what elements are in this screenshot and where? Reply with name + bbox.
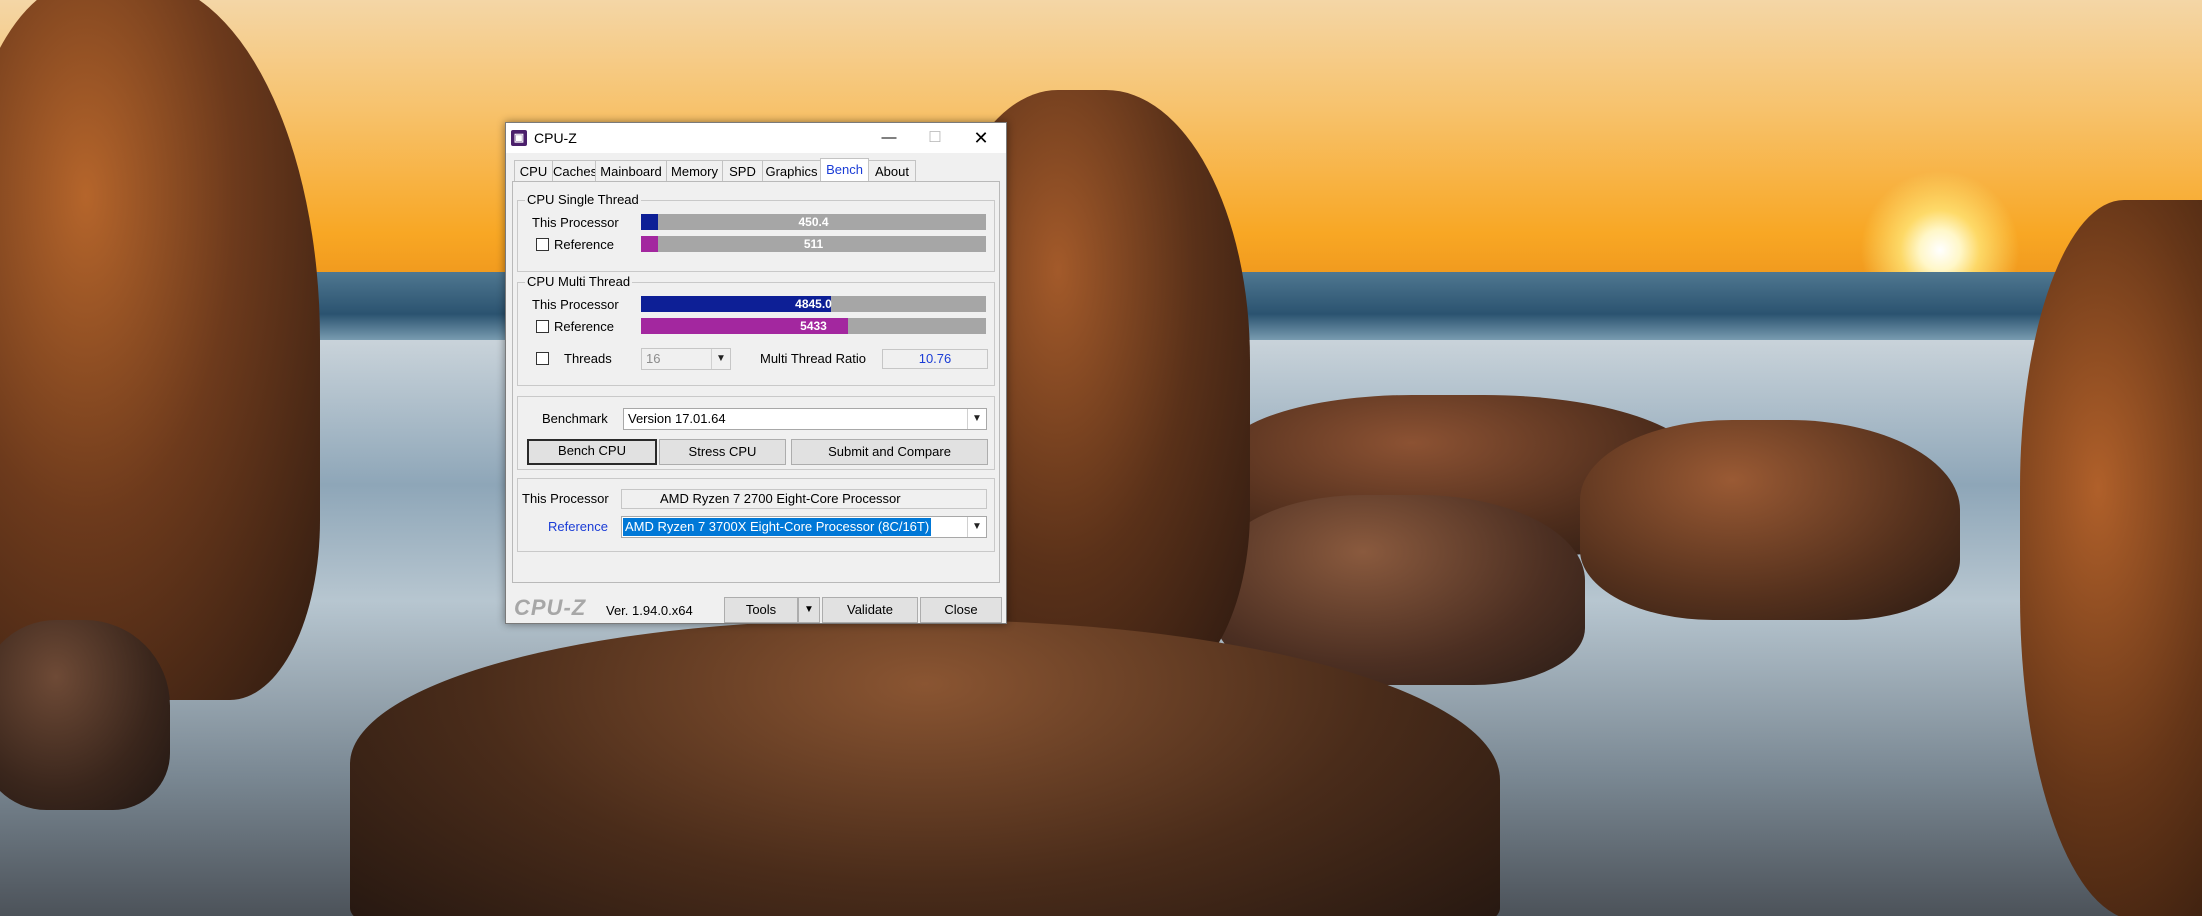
wallpaper-rock (1580, 420, 1960, 620)
benchmark-group: Benchmark Version 17.01.64 ▼ Bench CPU S… (517, 396, 995, 470)
chevron-down-icon: ▼ (711, 349, 730, 369)
threads-label: Threads (564, 351, 612, 366)
compare-this-value: AMD Ryzen 7 2700 Eight-Core Processor (621, 489, 987, 509)
multi-ref-checkbox[interactable] (536, 320, 549, 333)
single-ref-label: Reference (554, 237, 614, 252)
single-this-label: This Processor (532, 215, 619, 230)
multi-this-label: This Processor (532, 297, 619, 312)
wallpaper-rock (0, 0, 320, 700)
tab-mainboard[interactable]: Mainboard (595, 160, 667, 182)
multi-ref-label: Reference (554, 319, 614, 334)
single-ref-bar: 511 (641, 236, 986, 252)
single-this-bar: 450.4 (641, 214, 986, 230)
single-this-value: 450.4 (798, 215, 829, 229)
tab-about[interactable]: About (868, 160, 916, 182)
window-title: CPU-Z (534, 130, 577, 146)
close-button[interactable]: Close (920, 597, 1002, 623)
minimize-button[interactable]: — (866, 123, 912, 153)
multi-thread-title: CPU Multi Thread (525, 274, 633, 289)
submit-compare-button[interactable]: Submit and Compare (791, 439, 988, 465)
compare-this-label: This Processor (522, 491, 609, 506)
tab-spd[interactable]: SPD (722, 160, 763, 182)
tools-dropdown-icon[interactable]: ▼ (798, 597, 820, 623)
chevron-down-icon: ▼ (967, 517, 986, 537)
compare-group: This Processor AMD Ryzen 7 2700 Eight-Co… (517, 478, 995, 552)
cpuz-window: ▣ CPU-Z — ☐ ✕ CPU Caches Mainboard Memor… (505, 122, 1007, 624)
ratio-value: 10.76 (882, 349, 988, 369)
tab-cpu[interactable]: CPU (514, 160, 553, 182)
ratio-label: Multi Thread Ratio (760, 351, 866, 366)
compare-this-text: AMD Ryzen 7 2700 Eight-Core Processor (660, 491, 901, 506)
stress-cpu-button[interactable]: Stress CPU (659, 439, 786, 465)
cpu-z-icon: ▣ (511, 130, 527, 146)
tools-button[interactable]: Tools (724, 597, 798, 623)
multi-thread-group: CPU Multi Thread This Processor 4845.0 R… (517, 274, 995, 386)
close-window-button[interactable]: ✕ (958, 123, 1004, 153)
threads-select[interactable]: 16 ▼ (641, 348, 731, 370)
single-ref-checkbox[interactable] (536, 238, 549, 251)
threads-checkbox[interactable] (536, 352, 549, 365)
reference-select[interactable]: AMD Ryzen 7 3700X Eight-Core Processor (… (621, 516, 987, 538)
tab-bench[interactable]: Bench (820, 158, 869, 182)
bench-cpu-button[interactable]: Bench CPU (527, 439, 657, 465)
benchmark-version-value: Version 17.01.64 (628, 411, 726, 426)
bench-panel: CPU Single Thread This Processor 450.4 R… (512, 181, 1000, 583)
multi-ref-value: 5433 (800, 319, 827, 333)
multi-this-value: 4845.0 (795, 297, 832, 311)
version-label: Ver. 1.94.0.x64 (606, 603, 693, 618)
threads-value: 16 (646, 351, 661, 366)
tab-graphics[interactable]: Graphics (762, 160, 821, 182)
chevron-down-icon: ▼ (967, 409, 986, 429)
single-thread-group: CPU Single Thread This Processor 450.4 R… (517, 192, 995, 272)
cpu-z-logo: CPU-Z (514, 595, 587, 620)
desktop-wallpaper (0, 0, 2202, 916)
single-thread-title: CPU Single Thread (525, 192, 641, 207)
multi-this-bar: 4845.0 (641, 296, 986, 312)
single-ref-value: 511 (803, 237, 824, 251)
validate-button[interactable]: Validate (822, 597, 918, 623)
wallpaper-rock (0, 620, 170, 810)
benchmark-version-select[interactable]: Version 17.01.64 ▼ (623, 408, 987, 430)
title-bar[interactable]: ▣ CPU-Z — ☐ ✕ (506, 123, 1006, 153)
tab-memory[interactable]: Memory (666, 160, 723, 182)
multi-ref-bar: 5433 (641, 318, 986, 334)
tab-caches[interactable]: Caches (552, 160, 597, 182)
maximize-button[interactable]: ☐ (912, 123, 958, 153)
benchmark-label: Benchmark (542, 411, 608, 426)
compare-ref-label: Reference (548, 519, 608, 534)
reference-selected-value: AMD Ryzen 7 3700X Eight-Core Processor (… (623, 518, 932, 536)
